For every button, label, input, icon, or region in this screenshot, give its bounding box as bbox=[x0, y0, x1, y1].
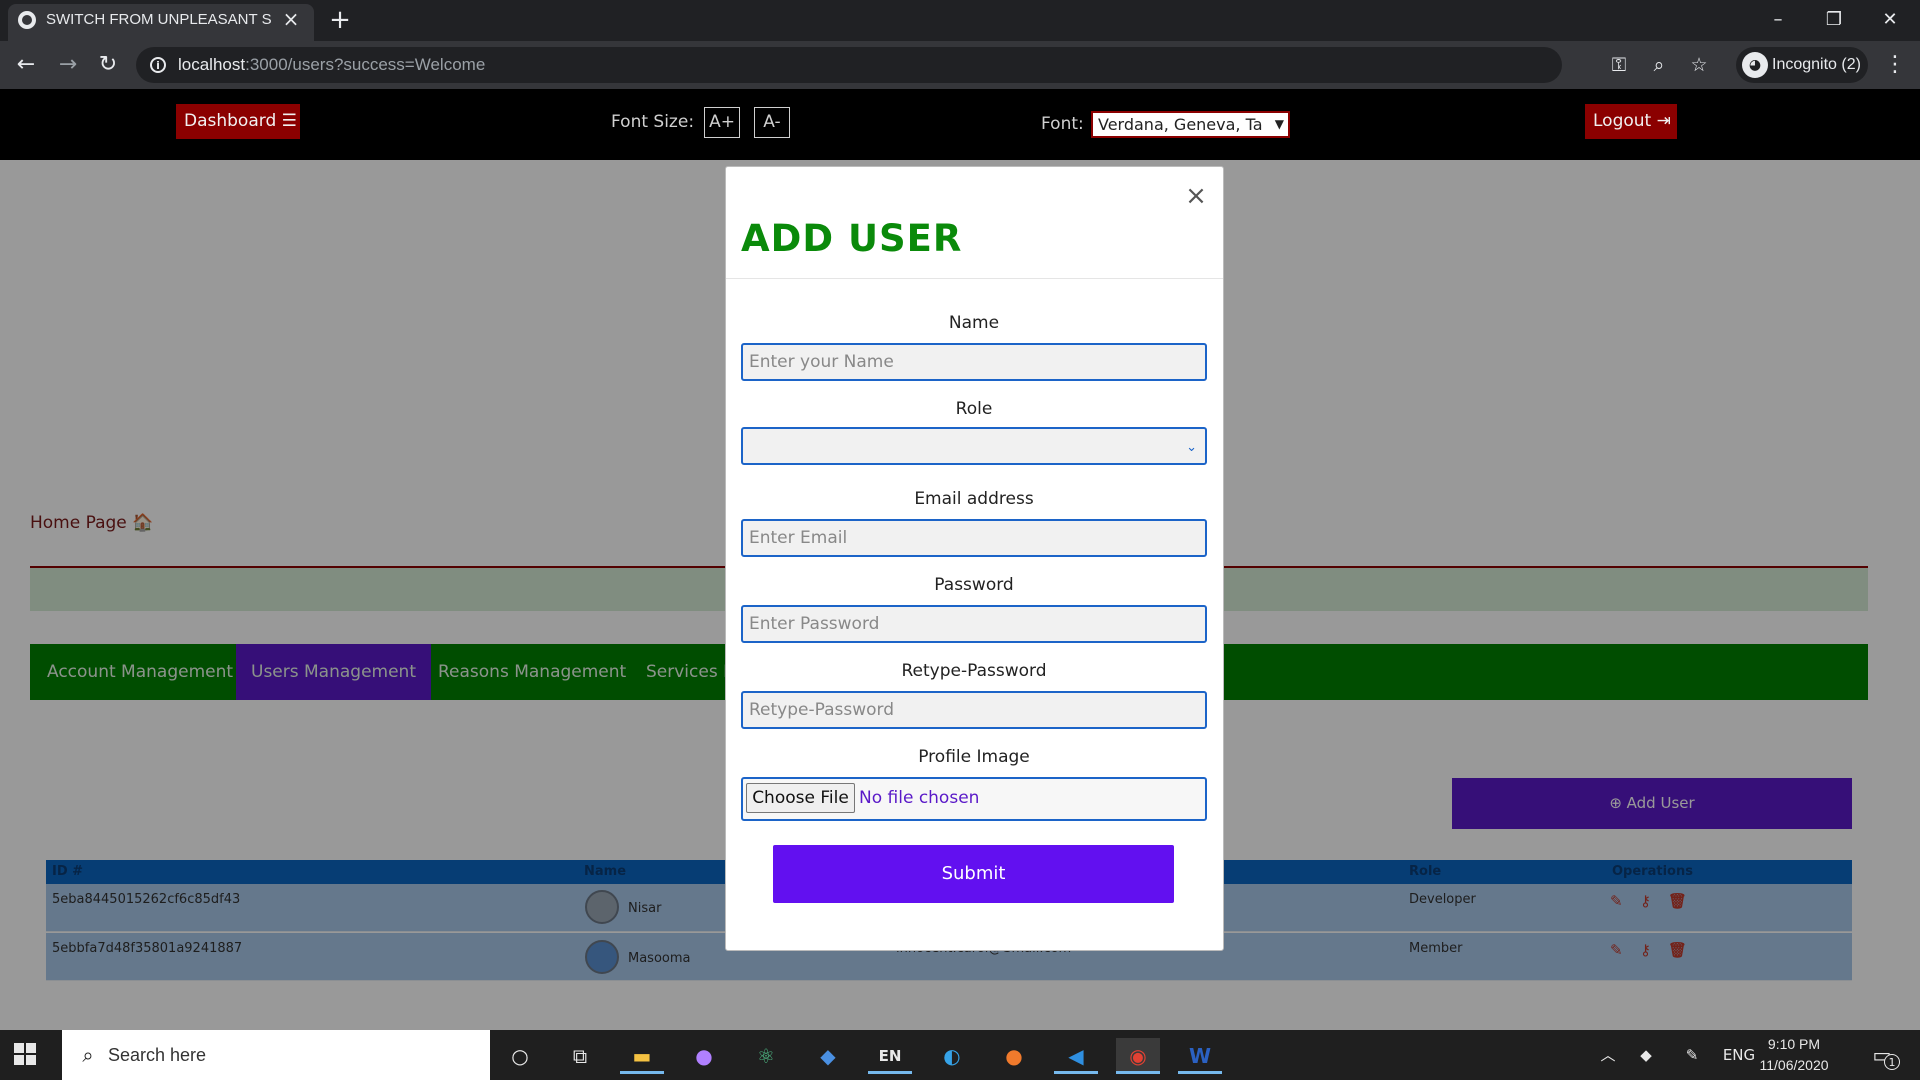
pen-icon[interactable]: ✎ bbox=[1680, 1043, 1704, 1067]
file-status: No file chosen bbox=[859, 788, 980, 808]
new-tab-icon[interactable]: + bbox=[326, 6, 354, 34]
font-select-value: Verdana, Geneva, Ta bbox=[1098, 115, 1263, 134]
chevron-down-icon: ⌄ bbox=[1186, 440, 1197, 455]
clock-date: 11/06/2020 bbox=[1759, 1057, 1829, 1073]
role-select[interactable]: ⌄ bbox=[741, 427, 1207, 465]
reload-icon[interactable]: ↻ bbox=[92, 49, 124, 81]
edge-icon[interactable]: ◐ bbox=[930, 1038, 974, 1074]
email-input[interactable]: Enter Email bbox=[741, 519, 1207, 557]
url-host: localhost bbox=[178, 55, 246, 74]
minimize-icon[interactable]: – bbox=[1754, 4, 1802, 36]
star-icon[interactable]: ☆ bbox=[1684, 50, 1714, 80]
windows-start-icon[interactable] bbox=[14, 1043, 38, 1067]
search-icon: ⌕ bbox=[82, 1043, 94, 1067]
cortana-icon[interactable]: ○ bbox=[498, 1038, 542, 1074]
vscode-icon[interactable]: ◀ bbox=[1054, 1038, 1098, 1074]
language-indicator[interactable]: ENG bbox=[1720, 1043, 1758, 1067]
name-input[interactable]: Enter your Name bbox=[741, 343, 1207, 381]
restore-icon[interactable]: ❐ bbox=[1810, 4, 1858, 36]
language-icon[interactable]: EN bbox=[868, 1038, 912, 1074]
font-select[interactable]: Verdana, Geneva, Ta ▼ bbox=[1091, 111, 1290, 138]
chevron-up-icon[interactable]: ︿ bbox=[1596, 1043, 1620, 1067]
window-close-icon[interactable]: ✕ bbox=[1866, 4, 1914, 36]
modal-divider bbox=[726, 278, 1223, 279]
dashboard-button[interactable]: Dashboard ☰ bbox=[176, 104, 300, 139]
key-icon[interactable]: ⚿ bbox=[1604, 50, 1634, 80]
font-label: Font: bbox=[1041, 114, 1084, 134]
clock-time: 9:10 PM bbox=[1767, 1036, 1821, 1052]
font-decrease-button[interactable]: A- bbox=[754, 107, 790, 138]
atom-icon[interactable]: ⚛ bbox=[744, 1038, 788, 1074]
clock[interactable]: 9:10 PM 11/06/2020 bbox=[1756, 1034, 1832, 1076]
incognito-icon: ◕ bbox=[1742, 52, 1768, 78]
chrome-icon[interactable]: ◉ bbox=[1116, 1038, 1160, 1074]
email-label: Email address bbox=[914, 489, 1034, 509]
add-user-modal bbox=[725, 166, 1224, 951]
info-icon[interactable]: i bbox=[150, 57, 166, 73]
password-label: Password bbox=[934, 575, 1014, 595]
word-icon[interactable]: W bbox=[1178, 1038, 1222, 1074]
dropbox-tray-icon[interactable]: ◆ bbox=[1634, 1043, 1658, 1067]
submit-button[interactable]: Submit bbox=[773, 845, 1174, 903]
zoom-icon[interactable]: ⌕ bbox=[1644, 50, 1674, 80]
close-icon[interactable]: × bbox=[1182, 182, 1210, 210]
font-size-label: Font Size: bbox=[611, 112, 695, 132]
role-label: Role bbox=[955, 399, 993, 419]
url-text[interactable]: localhost:3000/users?success=Welcome bbox=[178, 53, 485, 77]
retype-password-label: Retype-Password bbox=[901, 661, 1047, 681]
profile-image-label: Profile Image bbox=[918, 747, 1030, 767]
name-label: Name bbox=[948, 313, 1000, 333]
github-icon[interactable]: ● bbox=[682, 1038, 726, 1074]
tab-title: SWITCH FROM UNPLEASANT SCENE bbox=[46, 11, 271, 28]
logout-button[interactable]: Logout ⇥ bbox=[1585, 104, 1677, 139]
task-view-icon[interactable]: ⧉ bbox=[558, 1038, 602, 1074]
font-increase-button[interactable]: A+ bbox=[704, 107, 740, 138]
back-icon[interactable]: ← bbox=[10, 49, 42, 81]
file-explorer-icon[interactable]: ▬ bbox=[620, 1038, 664, 1074]
url-path: :3000/users?success=Welcome bbox=[245, 55, 486, 74]
postman-icon[interactable]: ● bbox=[992, 1038, 1036, 1074]
incognito-label: Incognito (2) bbox=[1772, 56, 1861, 73]
choose-file-button[interactable]: Choose File bbox=[746, 783, 855, 813]
modal-title: ADD USER bbox=[741, 217, 963, 260]
password-input[interactable]: Enter Password bbox=[741, 605, 1207, 643]
menu-dots-icon[interactable]: ⋮ bbox=[1880, 50, 1910, 80]
search-placeholder: Search here bbox=[108, 1045, 207, 1065]
tab-close-icon[interactable]: × bbox=[280, 8, 302, 30]
dropbox-icon[interactable]: ◆ bbox=[806, 1038, 850, 1074]
chevron-down-icon: ▼ bbox=[1274, 117, 1284, 131]
retype-password-input[interactable]: Retype-Password bbox=[741, 691, 1207, 729]
globe-icon bbox=[18, 11, 36, 29]
notification-badge: 1 bbox=[1884, 1054, 1900, 1070]
forward-icon[interactable]: → bbox=[52, 49, 84, 81]
